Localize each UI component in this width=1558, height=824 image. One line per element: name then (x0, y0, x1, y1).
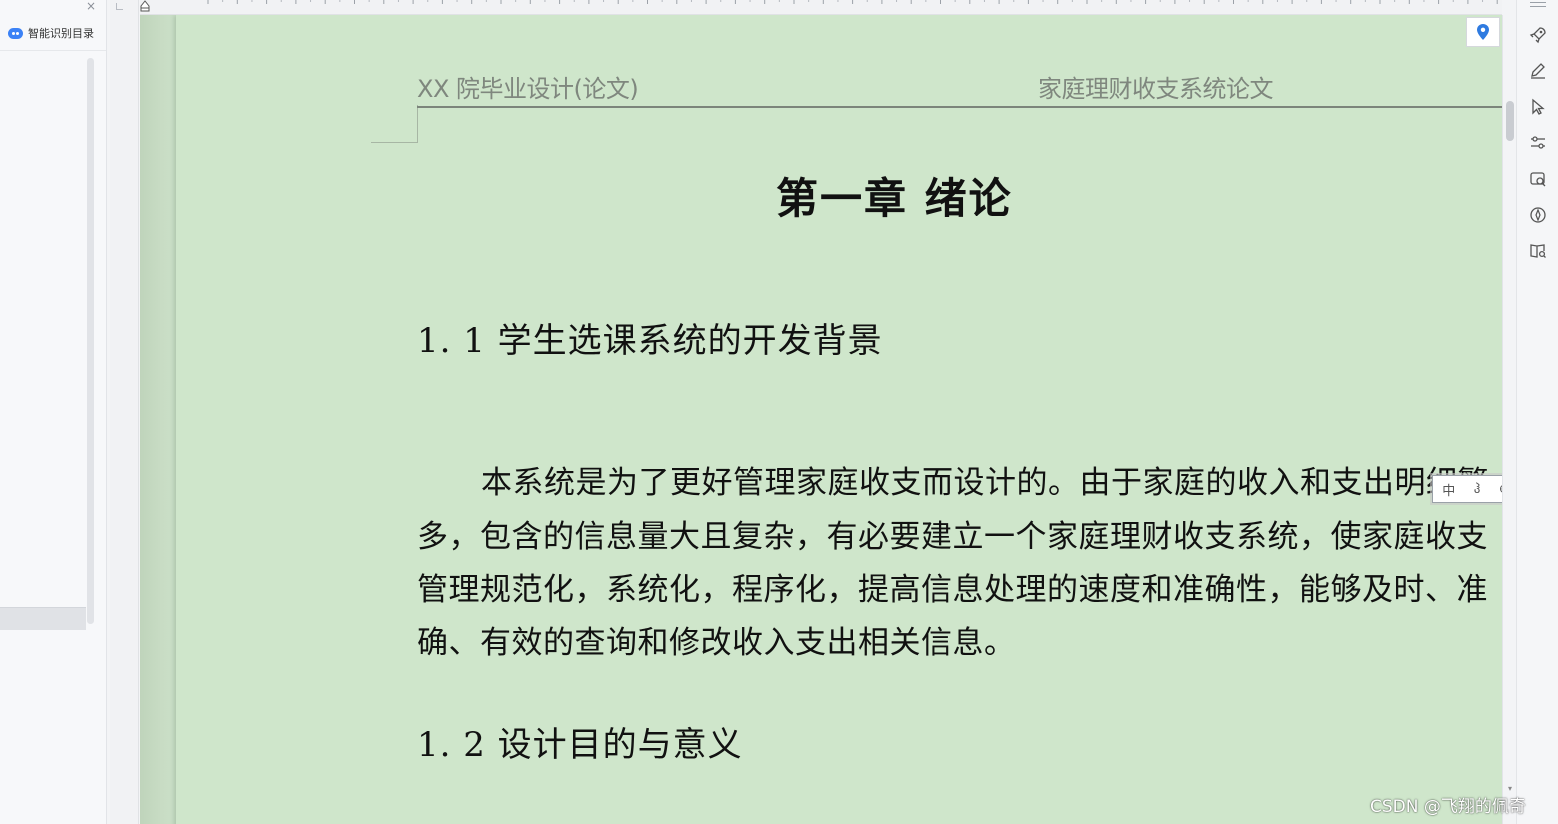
sliders-button[interactable] (1528, 133, 1548, 153)
ime-punctuation-button[interactable]: ჰ (1474, 482, 1481, 497)
close-icon[interactable]: × (84, 0, 98, 12)
location-pin-icon (1477, 24, 1489, 40)
horizontal-ruler[interactable] (140, 0, 1502, 15)
document-page[interactable]: XX 院毕业设计(论文) 家庭理财收支系统论文 第一章 绪论 1. 1 学生选课… (176, 15, 1502, 824)
crop-mark (417, 105, 418, 143)
rocket-button[interactable] (1528, 25, 1548, 45)
section-heading: 1. 2 设计目的与意义 (417, 725, 743, 765)
navigation-pane: × 智能识别目录 (0, 0, 107, 824)
cursor-button[interactable] (1528, 97, 1548, 117)
image-search-icon (1530, 172, 1546, 187)
wps-writer-window: × 智能识别目录 XX 院毕业设计(论文) 家庭理财收支系统论文 第一章 绪论 … (0, 0, 1558, 824)
document-scrollbar-thumb[interactable] (1506, 101, 1514, 141)
page-header-right: 家庭理财收支系统论文 (1038, 75, 1274, 103)
crop-mark (371, 142, 418, 143)
location-button[interactable] (1466, 17, 1500, 47)
cursor-icon (1532, 98, 1545, 115)
nav-scrollbar-thumb[interactable] (87, 58, 94, 624)
pen-icon (1531, 63, 1545, 79)
book-search-icon (1530, 244, 1546, 258)
document-canvas[interactable]: XX 院毕业设计(论文) 家庭理财收支系统论文 第一章 绪论 1. 1 学生选课… (140, 15, 1502, 824)
ime-toolbar[interactable]: 中 ჰ ⊕ (1432, 475, 1502, 503)
nav-divider (0, 50, 106, 51)
watermark: CSDN @飞翔的佩奇 (1370, 797, 1526, 817)
body-text-line: 确、有效的查询和修改收入支出相关信息。 (417, 625, 1016, 661)
page-shadow (140, 15, 176, 824)
ruler-ticks (207, 0, 1498, 4)
pen-button[interactable] (1528, 61, 1548, 81)
ime-mode-button[interactable]: 中 (1442, 480, 1455, 499)
body-text-line: 多，包含的信息量大且复杂，有必要建立一个家庭理财收支系统，使家庭收支 (417, 519, 1488, 555)
vertical-ruler (110, 0, 139, 824)
body-text-line: 管理规范化，系统化，程序化，提高信息处理的速度和准确性，能够及时、准 (417, 572, 1488, 608)
image-search-button[interactable] (1528, 169, 1548, 189)
sliders-icon (1531, 136, 1545, 149)
indent-marker-icon[interactable] (140, 0, 150, 12)
compass-icon (1530, 207, 1546, 223)
ruler-corner-marker (116, 3, 123, 10)
rocket-icon (1529, 27, 1546, 44)
nav-selected-item[interactable] (0, 607, 86, 630)
smart-toc-button[interactable]: 智能识别目录 (8, 24, 94, 42)
body-text-line: 本系统是为了更好管理家庭收支而设计的。由于家庭的收入和支出明细繁 (481, 465, 1489, 501)
ai-assistant-icon (8, 27, 23, 39)
header-rule (417, 106, 1502, 108)
book-search-button[interactable] (1528, 241, 1548, 261)
compass-button[interactable] (1528, 205, 1548, 225)
chapter-title: 第一章 绪论 (776, 174, 1013, 223)
document-scrollbar[interactable]: ▾ (1502, 15, 1517, 824)
right-tool-rail (1516, 0, 1558, 824)
page-header-left: XX 院毕业设计(论文) (417, 75, 639, 103)
section-heading: 1. 1 学生选课系统的开发背景 (417, 321, 883, 361)
menu-line (1530, 2, 1546, 3)
menu-line (1530, 6, 1546, 7)
smart-toc-label: 智能识别目录 (28, 27, 94, 40)
nav-scrollbar[interactable] (87, 58, 94, 624)
